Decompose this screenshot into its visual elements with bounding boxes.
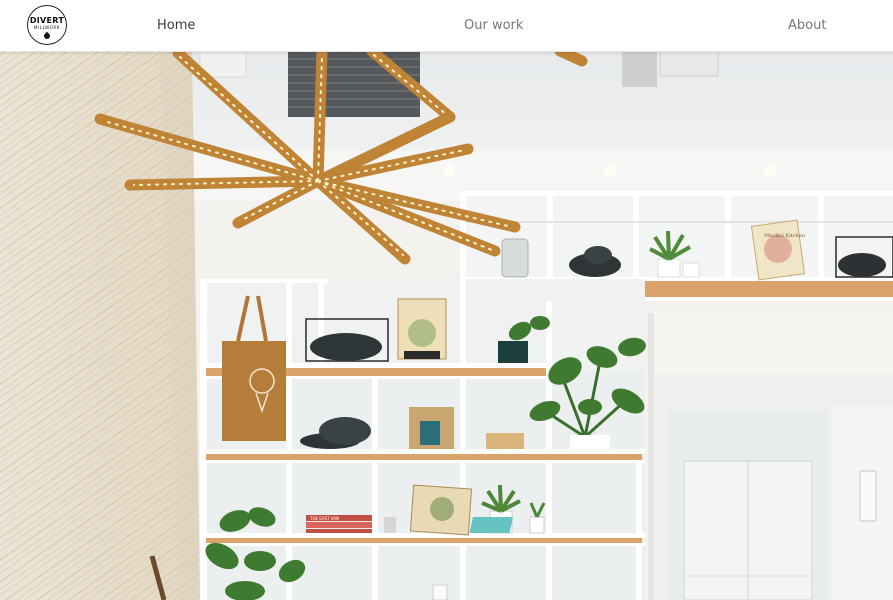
cans-label: THE EAST VAN	[309, 516, 339, 521]
nav-link-home[interactable]: Home	[157, 18, 195, 33]
logo-wordmark: DIVERT	[29, 16, 65, 25]
nav-link-about[interactable]: About	[788, 18, 826, 33]
logo-drop-icon	[42, 31, 52, 41]
book-title-upper: Mindful Kitchen	[764, 233, 806, 239]
top-navigation-bar: DIVERT MILLWORK Home Our work About	[0, 0, 893, 52]
divert-millwork-logo[interactable]: DIVERT MILLWORK	[27, 5, 67, 45]
hero-photo-illustration: Mindful Kitchen THE EAST VAN	[0, 51, 893, 600]
logo-subtitle: MILLWORK	[33, 25, 61, 30]
hero-interior-photo: Mindful Kitchen THE EAST VAN	[0, 51, 893, 600]
nav-link-our-work[interactable]: Our work	[464, 18, 523, 33]
